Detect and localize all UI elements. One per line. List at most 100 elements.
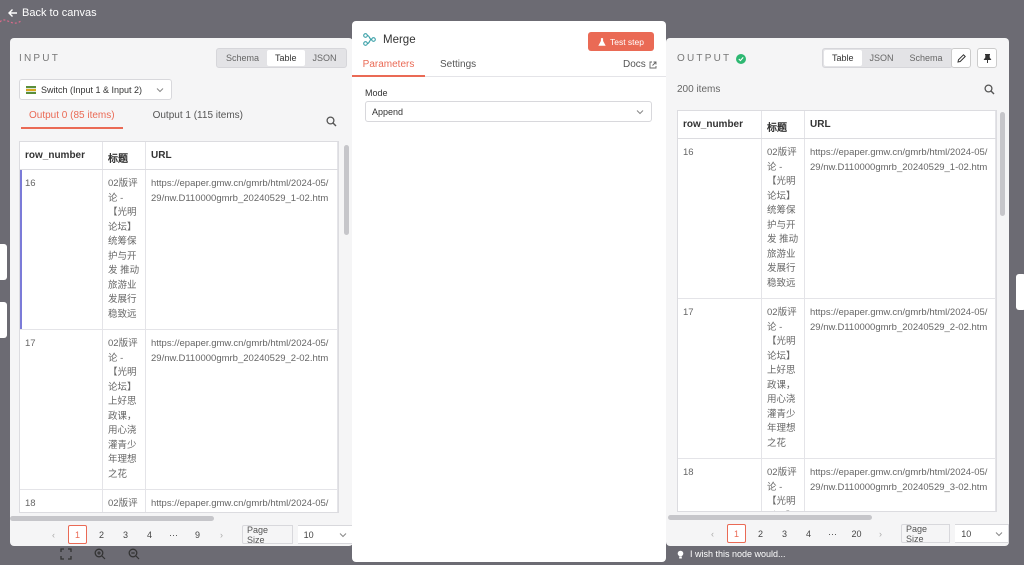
- cell-title: 02版评论 - 【光明论坛】上好思政课，用心浇灌青少年理想之花: [762, 299, 805, 458]
- tab-output-0[interactable]: Output 0 (85 items): [21, 110, 123, 129]
- page-button[interactable]: 2: [92, 525, 111, 544]
- pin-output-button[interactable]: [977, 48, 997, 68]
- cell-url: https://epaper.gmw.cn/gmrb/html/2024-05/…: [805, 459, 996, 511]
- horizontal-scrollbar[interactable]: [668, 515, 872, 520]
- column-header-title: 标题: [762, 111, 805, 138]
- table-row[interactable]: 16 02版评论 - 【光明论坛】统筹保护与开发 推动旅游业发展行稳致远 htt…: [678, 139, 996, 299]
- zoom-out-icon[interactable]: [128, 548, 140, 560]
- table-row[interactable]: 17 02版评论 - 【光明论坛】上好思政课，用心浇灌青少年理想之花 https…: [20, 330, 338, 490]
- next-page-button[interactable]: ›: [871, 524, 890, 543]
- mode-select[interactable]: Append: [365, 101, 652, 122]
- table-header: row_number 标题 URL: [678, 111, 996, 139]
- prev-page-button[interactable]: ‹: [44, 525, 63, 544]
- cell-url: https://epaper.gmw.cn/gmrb/html/2024-05/…: [146, 170, 338, 329]
- column-header-title: 标题: [103, 142, 146, 169]
- edit-output-button[interactable]: [951, 48, 971, 68]
- page-size-label: Page Size: [901, 524, 951, 544]
- cell-url: https://epaper.gmw.cn/gmrb/html/2024-05/…: [805, 139, 996, 298]
- cell-url: https://epaper.gmw.cn/gmrb/html/2024-05/…: [146, 490, 338, 512]
- column-header-row-number: row_number: [678, 111, 762, 138]
- switch-node-icon: [26, 85, 36, 94]
- cell-row-number: 17: [678, 299, 762, 458]
- table-row[interactable]: 18 02版评论 - 【光明时评】 https://epaper.gmw.cn/…: [678, 459, 996, 511]
- items-count: 200 items: [677, 84, 721, 95]
- table-header: row_number 标题 URL: [20, 142, 338, 170]
- input-source-select[interactable]: Switch (Input 1 & Input 2): [19, 79, 172, 100]
- output-data-table: row_number 标题 URL 16 02版评论 - 【光明论坛】统筹保护与…: [677, 110, 997, 512]
- cell-url: https://epaper.gmw.cn/gmrb/html/2024-05/…: [146, 330, 338, 489]
- canvas-node-handle-right: [1016, 274, 1024, 310]
- canvas-connection-icon: [0, 19, 23, 24]
- prev-page-button[interactable]: ‹: [703, 524, 722, 543]
- input-view-json[interactable]: JSON: [305, 50, 345, 66]
- chevron-down-icon: [156, 87, 164, 92]
- input-view-table[interactable]: Table: [267, 50, 305, 66]
- output-panel-title: OUTPUT: [677, 53, 747, 64]
- table-row[interactable]: 18 02版评论 - https://epaper.gmw.cn/gmrb/ht…: [20, 490, 338, 512]
- pin-icon: [983, 53, 991, 63]
- page-button[interactable]: 4: [799, 524, 818, 543]
- next-page-button[interactable]: ›: [212, 525, 231, 544]
- cell-title: 02版评论 -: [103, 490, 146, 512]
- test-step-button[interactable]: Test step: [588, 32, 654, 51]
- test-step-label: Test step: [609, 36, 645, 47]
- horizontal-scrollbar[interactable]: [10, 516, 214, 521]
- tab-settings[interactable]: Settings: [438, 59, 478, 77]
- chevron-down-icon: [339, 533, 347, 538]
- page-button[interactable]: 20: [847, 524, 866, 543]
- output-view-schema[interactable]: Schema: [902, 50, 951, 66]
- feedback-label: I wish this node would...: [690, 549, 786, 559]
- merge-header: Merge: [363, 33, 416, 46]
- search-icon[interactable]: [326, 116, 337, 127]
- merge-node-panel: Merge Test step Parameters Settings Docs…: [352, 21, 666, 562]
- vertical-scrollbar[interactable]: [1000, 112, 1005, 216]
- input-view-schema[interactable]: Schema: [218, 50, 267, 66]
- vertical-scrollbar[interactable]: [344, 145, 349, 235]
- search-icon[interactable]: [984, 84, 995, 95]
- zoom-in-icon[interactable]: [94, 548, 106, 560]
- page-button[interactable]: 2: [751, 524, 770, 543]
- merge-node-tabs: Parameters Settings Docs: [352, 59, 666, 77]
- cell-url: https://epaper.gmw.cn/gmrb/html/2024-05/…: [805, 299, 996, 458]
- input-view-switcher: Schema Table JSON: [216, 48, 347, 68]
- page-button[interactable]: 3: [775, 524, 794, 543]
- tab-parameters[interactable]: Parameters: [352, 59, 425, 77]
- cell-title: 02版评论 - 【光明论坛】上好思政课，用心浇灌青少年理想之花: [103, 330, 146, 489]
- table-row[interactable]: 17 02版评论 - 【光明论坛】上好思政课，用心浇灌青少年理想之花 https…: [678, 299, 996, 459]
- page-button[interactable]: 3: [116, 525, 135, 544]
- page-size-select[interactable]: 10: [955, 524, 1009, 543]
- page-size-value: 10: [303, 529, 314, 540]
- page-button[interactable]: 9: [188, 525, 207, 544]
- page-button[interactable]: 4: [140, 525, 159, 544]
- cell-row-number: 17: [20, 330, 103, 489]
- page-button[interactable]: 1: [68, 525, 87, 544]
- output-view-table[interactable]: Table: [824, 50, 862, 66]
- flask-icon: [598, 37, 606, 46]
- fit-view-icon[interactable]: [60, 548, 72, 560]
- page-ellipsis[interactable]: ···: [823, 524, 842, 543]
- canvas-node-handle-left-1: [0, 244, 7, 280]
- table-row[interactable]: 16 02版评论 - 【光明论坛】统筹保护与开发 推动旅游业发展行稳致远 htt…: [20, 170, 338, 330]
- back-label: Back to canvas: [22, 7, 97, 19]
- external-link-icon: [649, 61, 657, 69]
- input-panel: INPUT Schema Table JSON Switch (Input 1 …: [10, 38, 353, 546]
- docs-link[interactable]: Docs: [621, 59, 659, 77]
- lightbulb-icon: [677, 550, 684, 558]
- page-button[interactable]: 1: [727, 524, 746, 543]
- canvas-zoom-tools: [60, 548, 140, 560]
- cell-title: 02版评论 - 【光明时评】: [762, 459, 805, 511]
- tab-output-1[interactable]: Output 1 (115 items): [145, 110, 251, 129]
- merge-node-title: Merge: [383, 33, 416, 46]
- success-check-icon: [736, 53, 747, 64]
- column-header-row-number: row_number: [20, 142, 103, 169]
- page-ellipsis[interactable]: ···: [164, 525, 183, 544]
- input-pagination: ‹ 1 2 3 4 ··· 9 › Page Size 10: [44, 525, 353, 545]
- output-view-json[interactable]: JSON: [862, 50, 902, 66]
- output-pagination: ‹ 1 2 3 4 ··· 20 › Page Size 10: [703, 524, 1009, 544]
- docs-label: Docs: [623, 59, 646, 70]
- page-size-select[interactable]: 10: [297, 525, 353, 544]
- feedback-link[interactable]: I wish this node would...: [676, 549, 786, 559]
- cell-row-number: 18: [678, 459, 762, 511]
- merge-icon: [363, 33, 376, 46]
- cell-row-number: 16: [20, 170, 103, 329]
